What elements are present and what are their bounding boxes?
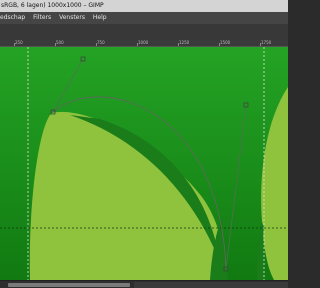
horizontal-scrollbar[interactable]	[0, 280, 288, 288]
scrollbar-track[interactable]	[134, 282, 288, 288]
ruler-label: 250	[15, 40, 23, 45]
ruler-label: 1000	[138, 40, 149, 45]
ruler-label: 750	[97, 40, 105, 45]
image-canvas[interactable]	[0, 47, 288, 280]
gimp-window: sRGB, 6 lagen) 1000x1000 – GIMP edschap …	[0, 0, 288, 288]
menu-bar: edschap Filters Vensters Help	[0, 12, 288, 24]
ruler-tick	[219, 43, 220, 46]
ruler-tick	[14, 43, 15, 46]
ruler-label: 500	[56, 40, 64, 45]
ruler-label: 1250	[179, 40, 190, 45]
ruler-label: 1500	[220, 40, 231, 45]
menu-item-vensters[interactable]: Vensters	[56, 12, 88, 24]
ruler-tick	[55, 43, 56, 46]
ruler-tick	[137, 43, 138, 46]
ruler-tick	[96, 43, 97, 46]
menu-item-filters[interactable]: Filters	[30, 12, 54, 24]
title-bar: sRGB, 6 lagen) 1000x1000 – GIMP	[0, 0, 288, 12]
window-title: sRGB, 6 lagen) 1000x1000 – GIMP	[1, 2, 104, 9]
menu-item-help[interactable]: Help	[90, 12, 110, 24]
ruler-tick	[260, 43, 261, 46]
scrollbar-thumb[interactable]	[8, 283, 130, 287]
ruler-tick	[178, 43, 179, 46]
ruler-label: 1750	[261, 40, 272, 45]
menu-item-edschap[interactable]: edschap	[0, 12, 28, 24]
canvas-artwork[interactable]	[0, 47, 288, 280]
horizontal-ruler[interactable]: 250 500 750 1000 1250 1500 1750	[0, 40, 288, 47]
